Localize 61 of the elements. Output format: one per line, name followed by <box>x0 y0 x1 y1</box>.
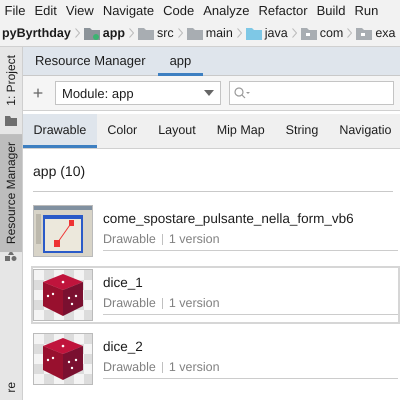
chevron-icon <box>347 28 352 38</box>
version-count: 1 version <box>168 232 220 246</box>
dice-thumbnail <box>33 333 93 385</box>
shapes-icon <box>5 250 17 261</box>
chevron-icon <box>178 28 183 38</box>
category-tab[interactable]: Color <box>96 114 148 148</box>
chevron-icon <box>74 28 80 38</box>
menu-item[interactable]: Code <box>158 2 199 18</box>
section-title: app (10) <box>33 163 393 192</box>
editor-tab[interactable]: Resource Manager <box>23 47 158 76</box>
resource-name: dice_2 <box>103 339 144 354</box>
resource-type: Drawable <box>103 296 156 310</box>
folder-icon <box>246 26 262 40</box>
tool-window-tab[interactable]: re <box>0 374 22 400</box>
menu-item[interactable]: Run <box>350 2 383 18</box>
category-tab[interactable]: Drawable <box>23 114 97 148</box>
breadcrumb-item[interactable]: com <box>320 26 344 40</box>
breadcrumb-item[interactable]: exa <box>375 26 396 40</box>
dice-thumbnail <box>33 269 93 321</box>
version-count: 1 version <box>168 360 220 374</box>
breadcrumb-item[interactable]: src <box>157 26 174 40</box>
category-tab[interactable]: Mip Map <box>206 114 276 148</box>
folder-icon <box>138 26 154 40</box>
resource-item[interactable]: come_spostare_pulsante_nella_form_vb6 Drawable 1 version <box>31 202 400 260</box>
version-count: 1 version <box>168 296 220 310</box>
folder-icon <box>5 116 17 126</box>
tool-window-tab[interactable]: 1: Project <box>0 47 22 114</box>
breadcrumb-item[interactable]: main <box>206 26 233 40</box>
menu-item[interactable]: Build <box>312 2 350 18</box>
breadcrumb-item[interactable]: app <box>102 26 126 40</box>
package-icon <box>356 26 372 40</box>
breadcrumb-item[interactable]: java <box>264 26 288 40</box>
chevron-icon <box>236 28 242 38</box>
dropdown-arrow-icon <box>204 90 214 96</box>
search-field[interactable] <box>229 81 394 105</box>
menu-item[interactable]: View <box>61 2 98 18</box>
resource-name: come_spostare_pulsante_nella_form_vb6 <box>103 211 355 226</box>
menu-item[interactable]: Refactor <box>254 2 312 18</box>
chevron-icon <box>292 28 297 38</box>
resource-item[interactable]: dice_2 Drawable 1 version <box>31 330 400 388</box>
module-dropdown[interactable]: Module: app <box>55 81 221 105</box>
category-tab[interactable]: Navigatio <box>328 114 400 148</box>
search-icon <box>234 87 250 99</box>
folder-icon <box>186 26 203 40</box>
tool-window-tab[interactable]: Resource Manager <box>0 134 22 252</box>
resource-name: dice_1 <box>103 275 144 290</box>
screenshot-thumbnail <box>33 205 93 257</box>
chevron-icon <box>129 28 134 38</box>
resource-type: Drawable <box>103 360 156 374</box>
menu-item[interactable]: Edit <box>30 2 62 18</box>
folder-icon <box>84 26 100 40</box>
resource-item[interactable]: dice_1 Drawable 1 version <box>31 266 400 324</box>
menu-item[interactable]: Navigate <box>98 2 159 18</box>
package-icon <box>300 26 317 40</box>
add-button[interactable]: + <box>29 82 47 104</box>
breadcrumb-item[interactable]: pyByrthday <box>2 26 71 40</box>
menu-item[interactable]: Analyze <box>198 2 254 18</box>
menu-item[interactable]: File <box>0 2 30 18</box>
resource-type: Drawable <box>103 232 156 246</box>
category-tab[interactable]: Layout <box>148 114 206 148</box>
category-tab[interactable]: String <box>275 114 329 148</box>
